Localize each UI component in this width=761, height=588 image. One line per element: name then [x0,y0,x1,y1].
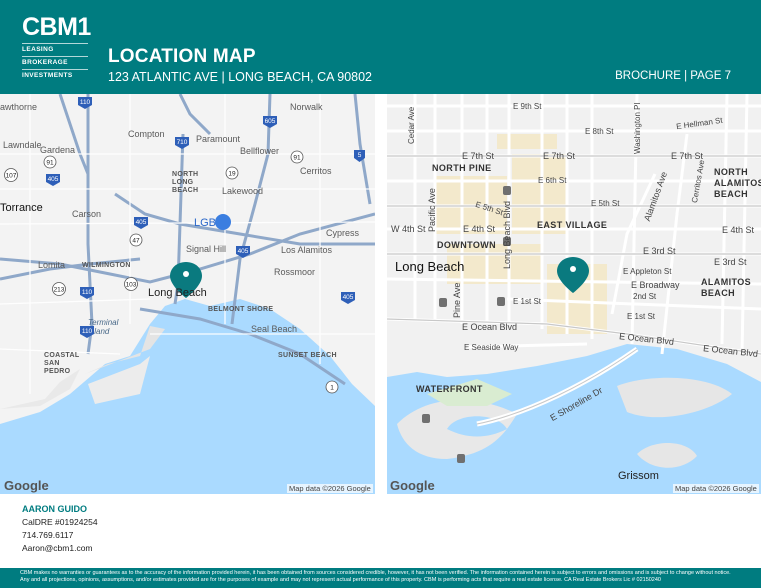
street-label-seaside: E Seaside Way [464,343,519,352]
street-label-e-5th-east: E 5th St [591,199,620,208]
regional-map[interactable]: awthorne Norwalk Compton Paramount Lawnd… [0,94,375,494]
shield-605: 605 [263,116,277,128]
svg-text:91: 91 [293,155,301,162]
shield-405-east: 405 [236,246,250,258]
map-label-long-beach-downtown: Long Beach [395,259,465,274]
svg-text:405: 405 [48,176,59,183]
map-attribution[interactable]: Map data ©2026 Google [287,484,373,493]
svg-text:110: 110 [82,328,93,335]
shield-405-mid: 405 [134,217,148,229]
street-label-pine: Pine Ave [452,282,462,318]
shield-91-east: 91 [290,150,304,164]
street-label-e-1st-east: E 1st St [627,312,656,321]
shield-213: 213 [52,282,66,296]
logo-wordmark: CBM1 [22,13,91,41]
shield-5: 5 [354,150,365,162]
svg-text:107: 107 [6,173,17,180]
agent-email[interactable]: Aaron@cbm1.com [22,542,98,555]
svg-text:213: 213 [54,287,65,294]
agent-contact: AARON GUIDO CalDRE #01924254 714.769.611… [22,503,98,555]
street-label-e-3rd-west: E 3rd St [643,246,676,256]
street-label-e-7th-west: E 7th St [462,151,495,161]
header-bar: CBM1 LEASING BROKERAGE INVESTMENTS LOCAT… [0,0,761,94]
street-label-cedar: Cedar Ave [407,106,416,144]
area-label-north-alamitos-beach: NORTH ALAMITOS BEACH [714,167,761,199]
shield-110-harbor: 110 [80,326,94,338]
street-label-appleton: E Appleton St [623,267,672,276]
downtown-map[interactable]: E 9th St E 8th St E Hellman St Cedar Ave… [387,94,761,494]
street-label-e-8th: E 8th St [585,127,614,136]
svg-text:110: 110 [82,289,93,296]
agent-license: CalDRE #01924254 [22,517,98,527]
svg-text:405: 405 [343,294,354,301]
svg-text:103: 103 [126,282,137,289]
street-label-e-ocean-west: E Ocean Blvd [462,322,518,332]
svg-text:605: 605 [265,118,276,125]
street-label-long-beach-blvd: Long Beach Blvd [502,200,512,269]
cbm1-logo: CBM1 LEASING BROKERAGE INVESTMENTS [22,13,91,82]
shield-405-north: 405 [46,174,60,186]
svg-text:19: 19 [228,171,236,178]
street-label-e-3rd-east: E 3rd St [714,257,747,267]
street-label-e-6th: E 6th St [538,176,567,185]
street-label-e-9th: E 9th St [513,102,542,111]
street-label-washington: Washington Pl [633,102,642,154]
page-title: LOCATION MAP [108,46,256,67]
svg-text:110: 110 [80,99,91,106]
highway-shields: 110 605 710 5 91 91 107 405 19 405 47 40… [4,97,365,394]
google-logo[interactable]: Google [390,478,435,493]
area-label-east-village: EAST VILLAGE [537,220,608,230]
shield-710: 710 [175,137,189,149]
shield-103: 103 [124,277,138,291]
shield-110-south: 110 [80,287,94,299]
area-label-downtown: DOWNTOWN [437,240,497,250]
shield-110-north: 110 [78,97,92,109]
area-label-north-pine: NORTH PINE [432,163,492,173]
page-reference: BROCHURE | PAGE 7 [615,70,731,82]
area-label-alamitos-beach: ALAMITOS BEACH [701,277,752,298]
footer-disclaimer: CBM makes no warranties or guarantees as… [0,568,761,588]
google-logo[interactable]: Google [4,478,49,493]
agent-name: AARON GUIDO [22,504,87,514]
property-address: 123 ATLANTIC AVE | LONG BEACH, CA 90802 [108,70,373,84]
agent-phone[interactable]: 714.769.6117 [22,529,98,542]
svg-text:405: 405 [136,219,147,226]
logo-line-leasing: LEASING [22,43,88,56]
street-label-e-4th-east: E 4th St [722,225,755,235]
logo-line-investments: INVESTMENTS [22,69,88,82]
svg-text:91: 91 [46,160,54,167]
street-label-pacific: Pacific Ave [427,188,437,232]
logo-line-brokerage: BROKERAGE [22,56,88,69]
svg-text:47: 47 [132,238,140,245]
street-label-2nd: 2nd St [633,292,657,301]
map-label-grissom: Grissom [618,470,659,482]
svg-text:405: 405 [238,248,249,255]
svg-text:5: 5 [358,152,362,159]
street-label-w-4th: W 4th St [391,224,426,234]
street-label-e-7th-mid: E 7th St [543,151,576,161]
shield-1: 1 [325,380,339,394]
street-label-e-4th-west: E 4th St [463,224,496,234]
svg-text:710: 710 [177,139,188,146]
street-label-e-1st-west: E 1st St [513,297,542,306]
shield-47: 47 [129,233,143,247]
map-attribution[interactable]: Map data ©2026 Google [673,484,759,493]
shield-405-southeast: 405 [341,292,355,304]
svg-text:1: 1 [330,385,334,392]
area-label-waterfront: WATERFRONT [416,384,483,394]
street-label-e-broadway: E Broadway [631,280,680,290]
shield-91-west: 91 [43,155,57,169]
shield-107: 107 [4,168,18,182]
shield-19: 19 [225,166,239,180]
